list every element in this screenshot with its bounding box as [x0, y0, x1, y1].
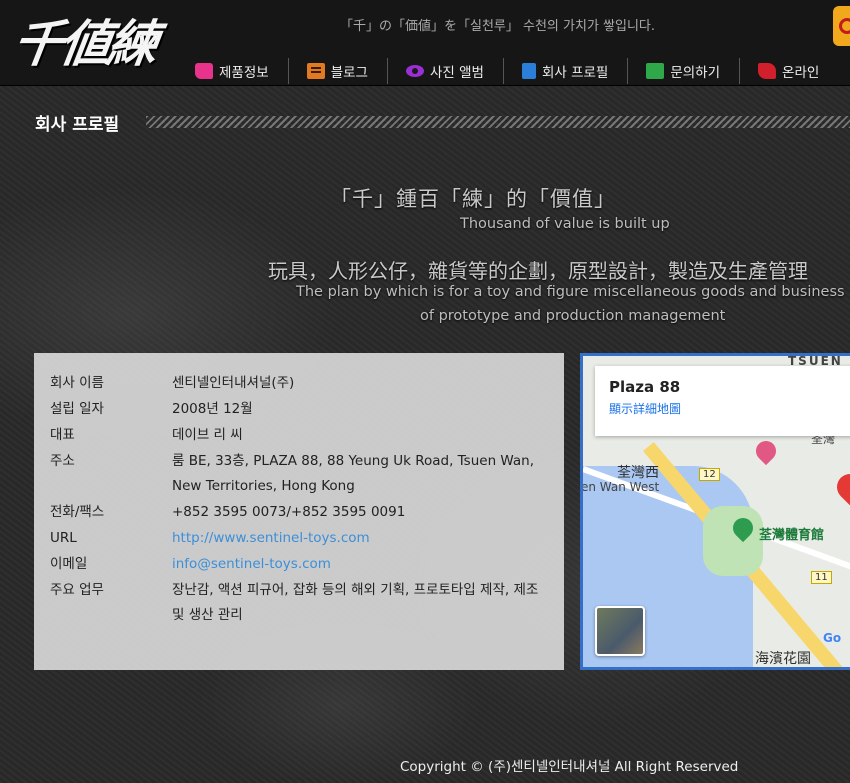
info-row-founded: 설립 일자 2008년 12월 — [50, 397, 564, 422]
website-link[interactable]: http://www.sentinel-toys.com — [172, 526, 547, 551]
building-icon — [521, 63, 536, 79]
info-row-company-name: 회사 이름 센티넬인터내셔널(주) — [50, 371, 564, 396]
tagline-en-3: of prototype and production management — [420, 308, 726, 324]
map-place-name: Plaza 88 — [609, 378, 681, 396]
nav-item-online[interactable]: 온라인 — [758, 58, 838, 84]
nav-item-label: 제품정보 — [219, 65, 269, 81]
nav-item-products[interactable]: 제품정보 — [195, 58, 289, 84]
info-value: +852 3595 0073/+852 3595 0091 — [172, 504, 406, 520]
email-link[interactable]: info@sentinel-toys.com — [172, 552, 547, 577]
tagline-cjk-1: 「千」鍾百「練」的「價值」 — [330, 187, 616, 211]
info-row-address: 주소 룸 BE, 33층, PLAZA 88, 88 Yeung Uk Road… — [50, 449, 564, 499]
info-value: 센티넬인터내셔널(주) — [172, 375, 295, 391]
nav-item-photo-album[interactable]: 사진 앨범 — [405, 58, 504, 84]
info-row-phone-fax: 전화/팩스 +852 3595 0073/+852 3595 0091 — [50, 500, 564, 525]
company-info-table: 회사 이름 센티넬인터내셔널(주) 설립 일자 2008년 12월 대표 데이브… — [34, 353, 564, 670]
info-label: 주소 — [50, 453, 75, 469]
info-value: 장난감, 액션 피규어, 잡화 등의 해외 기획, 프로토타입 제작, 제조 및… — [172, 582, 539, 623]
location-map[interactable]: TSUEN 荃灣 荃灣西 en Wan West 12 荃灣體育館 11 Go … — [580, 353, 850, 670]
road-shield: 11 — [811, 571, 832, 584]
nav-item-label: 회사 프로필 — [541, 65, 609, 81]
nav-item-blog[interactable]: 블로그 — [306, 58, 388, 84]
info-value: 룸 BE, 33층, PLAZA 88, 88 Yeung Uk Road, T… — [172, 453, 535, 494]
site-logo[interactable]: 千値練 — [9, 4, 160, 76]
info-label: 이메일 — [50, 556, 88, 572]
satellite-toggle-button[interactable] — [595, 606, 645, 656]
road-shield: 12 — [699, 468, 720, 481]
nav-item-label: 문의하기 — [670, 65, 721, 81]
map-label: 荃灣體育館 — [759, 528, 825, 543]
mail-icon — [646, 63, 665, 79]
nav-item-label: 블로그 — [330, 65, 368, 81]
map-park — [703, 506, 763, 576]
tagline-en-1: Thousand of value is built up — [460, 216, 670, 232]
footer-copyright: Copyright © (주)센티넬인터내셔널 All Right Reserv… — [400, 759, 739, 775]
info-label: 대표 — [50, 427, 75, 443]
info-row-url: URL http://www.sentinel-toys.com — [50, 526, 564, 551]
nav-item-label: 온라인 — [782, 65, 820, 81]
map-label: 荃灣西 — [617, 465, 659, 481]
hotel-pin-icon[interactable] — [751, 436, 781, 466]
info-value: 데이브 리 씨 — [172, 427, 243, 443]
info-label: 회사 이름 — [50, 375, 104, 391]
tagline-cjk-2: 玩具，人形公仔，雜貨等的企劃，原型設計，製造及生產管理 — [268, 259, 808, 283]
location-pin-icon[interactable] — [831, 468, 850, 506]
thumbs-up-icon — [195, 63, 213, 79]
info-label: URL — [50, 530, 77, 546]
main-nav: 제품정보 블로그 사진 앨범 회사 프로필 문의하기 온라인 — [195, 58, 850, 84]
info-row-ceo: 대표 데이브 리 씨 — [50, 423, 564, 448]
map-label: 海濱花園 — [755, 651, 811, 667]
map-place-card: Plaza 88 顯示詳細地圖 — [595, 366, 850, 436]
site-header: 千値練 「千」の「価値」を「실천루」 수천의 가치가 쌓입니다. 제품정보 블로… — [0, 0, 850, 86]
nav-item-contact[interactable]: 문의하기 — [646, 58, 741, 84]
info-label: 주요 업무 — [50, 582, 104, 598]
tagline-en-2: The plan by which is for a toy and figur… — [296, 284, 845, 300]
google-logo: Go — [823, 631, 842, 645]
header-slogan: 「千」の「価値」を「실천루」 수천의 가치가 쌓입니다. — [340, 19, 656, 34]
view-larger-map-link[interactable]: 顯示詳細地圖 — [609, 400, 850, 417]
page-title: 회사 프로필 — [35, 115, 120, 135]
nav-item-label: 사진 앨범 — [429, 65, 484, 81]
title-divider — [146, 116, 850, 128]
info-label: 설립 일자 — [50, 401, 104, 417]
info-label: 전화/팩스 — [50, 504, 105, 520]
weibo-icon[interactable] — [833, 6, 850, 46]
blog-icon — [306, 63, 325, 79]
cart-icon — [758, 63, 777, 79]
info-value: 2008년 12월 — [172, 401, 253, 417]
eye-icon — [405, 63, 424, 79]
map-label: en Wan West — [581, 480, 660, 494]
info-row-email: 이메일 info@sentinel-toys.com — [50, 552, 564, 577]
nav-item-company-profile[interactable]: 회사 프로필 — [521, 58, 629, 84]
info-row-business: 주요 업무 장난감, 액션 피규어, 잡화 등의 해외 기획, 프로토타입 제작… — [50, 578, 564, 628]
